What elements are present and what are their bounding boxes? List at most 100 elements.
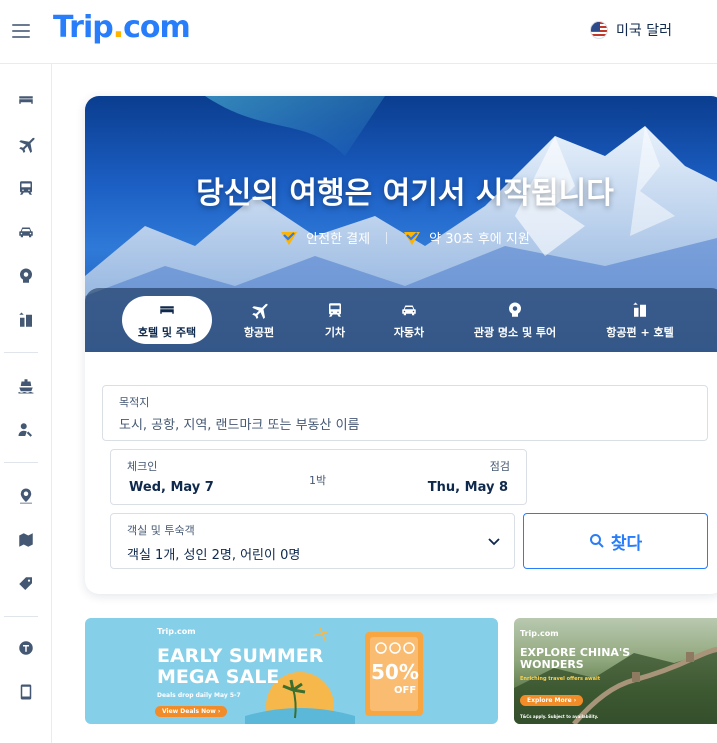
- sidebar-item-flight[interactable]: [0, 130, 52, 158]
- sidebar-divider: [4, 462, 38, 463]
- shield-check-icon: [281, 231, 298, 245]
- hero-banner: 당신의 여행은 여기서 시작됩니다 안전한 결제 약 30초 후에 지원 호텔 …: [85, 96, 717, 352]
- sidebar-item-deals[interactable]: [0, 570, 52, 598]
- checkin-label: 체크인: [127, 460, 158, 473]
- badge-label: 약 30초 후에 지원: [429, 232, 530, 247]
- banner-subline: Enriching travel offers await: [520, 676, 601, 682]
- car-icon: [19, 227, 33, 238]
- promo-banner-explore-china[interactable]: Trip.com EXPLORE CHINA'S WONDERS Enrichi…: [514, 618, 717, 724]
- badge-label: 안전한 결제: [306, 232, 371, 247]
- train-icon: [20, 181, 32, 195]
- sidebar-item-private-tour[interactable]: [0, 416, 52, 444]
- sidebar-divider: [4, 352, 38, 353]
- date-range-field[interactable]: 체크인 Wed, May 7 1박 점검 Thu, May 8: [110, 449, 527, 505]
- logo-dot: .: [112, 10, 124, 45]
- sidebar-item-flight-hotel[interactable]: [0, 306, 52, 334]
- banner-subline: Deals drop daily May 5-7: [157, 692, 241, 699]
- destination-label: 목적지: [119, 396, 150, 409]
- checkout-label: 점검: [489, 460, 510, 473]
- nights-count: 1박: [309, 474, 327, 487]
- sidebar-item-map[interactable]: [0, 526, 52, 554]
- tab-label: 자동차: [393, 325, 425, 339]
- cruise-icon: [18, 379, 34, 394]
- chevron-down-icon[interactable]: [486, 534, 502, 550]
- trust-badges: 안전한 결제 약 30초 후에 지원: [85, 228, 717, 247]
- tab-flight-hotel[interactable]: 항공편 + 호텔: [590, 296, 690, 344]
- summer-sale-artwork: [245, 627, 423, 724]
- sidebar-item-train[interactable]: [0, 174, 52, 202]
- tab-hotels[interactable]: 호텔 및 주택: [122, 296, 212, 344]
- banner-footnote: T&Cs apply. Subject to availability.: [520, 714, 599, 719]
- location-icon: [20, 488, 32, 504]
- sidebar-item-app-download[interactable]: [0, 678, 52, 706]
- banner-cta[interactable]: Explore More ›: [520, 695, 584, 706]
- checkin-date[interactable]: Wed, May 7: [129, 480, 214, 495]
- currency-selector[interactable]: 미국 달러: [590, 20, 672, 40]
- support-badge: 약 30초 후에 지원: [403, 228, 530, 247]
- banner-brand: Trip.com: [520, 629, 559, 638]
- trip-logo[interactable]: Trip.com: [53, 10, 191, 45]
- attraction-icon: [509, 302, 521, 317]
- currency-label: 미국 달러: [616, 23, 672, 39]
- guests-value: 객실 1개, 성인 2명, 어린이 0명: [127, 548, 301, 563]
- banner-cta[interactable]: View Deals Now ›: [155, 706, 228, 717]
- flight-hotel-icon: [19, 312, 32, 327]
- sidebar: [0, 64, 52, 743]
- search-button[interactable]: 찾다: [523, 513, 708, 569]
- product-tabs: 호텔 및 주택 항공편 기차 자동차 관광 명소 및 투어 항공편 + 호텔: [85, 288, 717, 352]
- tab-attractions[interactable]: 관광 명소 및 투어: [460, 296, 570, 344]
- map-icon: [19, 533, 33, 547]
- tab-label: 기차: [324, 325, 346, 339]
- hotel-icon: [160, 305, 174, 314]
- trip-coins-icon: [19, 641, 33, 655]
- logo-suffix: com: [123, 10, 191, 45]
- search-icon: [589, 534, 604, 548]
- guests-label: 객실 및 투숙객: [127, 524, 195, 537]
- sidebar-item-trip-coins[interactable]: [0, 634, 52, 662]
- search-button-label: 찾다: [610, 533, 643, 554]
- banner-discount: 50%: [371, 660, 419, 684]
- banner-headline: MEGA SALE: [157, 666, 280, 688]
- sidebar-item-hotel[interactable]: [0, 86, 52, 114]
- private-tour-icon: [18, 423, 32, 437]
- sidebar-item-car[interactable]: [0, 218, 52, 246]
- flight-hotel-icon: [633, 302, 646, 317]
- car-icon: [402, 305, 416, 315]
- top-bar: Trip.com 미국 달러: [0, 0, 717, 64]
- sidebar-item-location[interactable]: [0, 482, 52, 510]
- train-icon: [329, 302, 341, 317]
- tab-label: 호텔 및 주택: [137, 325, 197, 339]
- hotel-icon: [19, 96, 33, 104]
- tab-trains[interactable]: 기차: [307, 296, 363, 344]
- logo-main: Trip: [53, 10, 114, 45]
- promo-banner-summer-sale[interactable]: Trip.com EARLY SUMMER MEGA SALE Deals dr…: [85, 618, 498, 724]
- tab-label: 항공편 + 호텔: [606, 325, 674, 339]
- banner-headline: EXPLORE CHINA'S: [520, 646, 631, 659]
- search-card: 당신의 여행은 여기서 시작됩니다 안전한 결제 약 30초 후에 지원 호텔 …: [85, 96, 717, 594]
- app-download-icon: [20, 684, 32, 700]
- badge-divider: [386, 231, 388, 244]
- destination-input[interactable]: 도시, 공항, 지역, 랜드마크 또는 부동산 이름: [119, 414, 360, 433]
- rooms-guests-field[interactable]: 객실 및 투숙객 객실 1개, 성인 2명, 어린이 0명: [110, 513, 515, 569]
- checkout-date[interactable]: Thu, May 8: [428, 480, 508, 495]
- sidebar-item-cruise[interactable]: [0, 372, 52, 400]
- tab-label: 관광 명소 및 투어: [473, 325, 557, 339]
- destination-field[interactable]: 목적지 도시, 공항, 지역, 랜드마크 또는 부동산 이름: [102, 385, 708, 441]
- hamburger-menu-icon[interactable]: [12, 24, 30, 38]
- banner-brand: Trip.com: [157, 627, 196, 636]
- us-flag-icon: [590, 21, 609, 39]
- sidebar-divider: [4, 616, 38, 617]
- sidebar-item-attractions[interactable]: [0, 262, 52, 290]
- banner-discount-suffix: OFF: [394, 685, 417, 696]
- banner-headline: WONDERS: [520, 658, 584, 671]
- secure-payment-badge: 안전한 결제: [280, 228, 370, 247]
- hero-title: 당신의 여행은 여기서 시작됩니다: [196, 176, 614, 211]
- tab-flights[interactable]: 항공편: [229, 296, 289, 344]
- attraction-icon: [20, 268, 32, 283]
- shield-check-icon: [404, 231, 421, 245]
- deals-icon: [19, 577, 32, 590]
- flight-icon: [252, 303, 268, 319]
- tab-cars[interactable]: 자동차: [379, 296, 439, 344]
- tab-label: 항공편: [243, 325, 275, 339]
- banner-headline: EARLY SUMMER: [157, 645, 324, 667]
